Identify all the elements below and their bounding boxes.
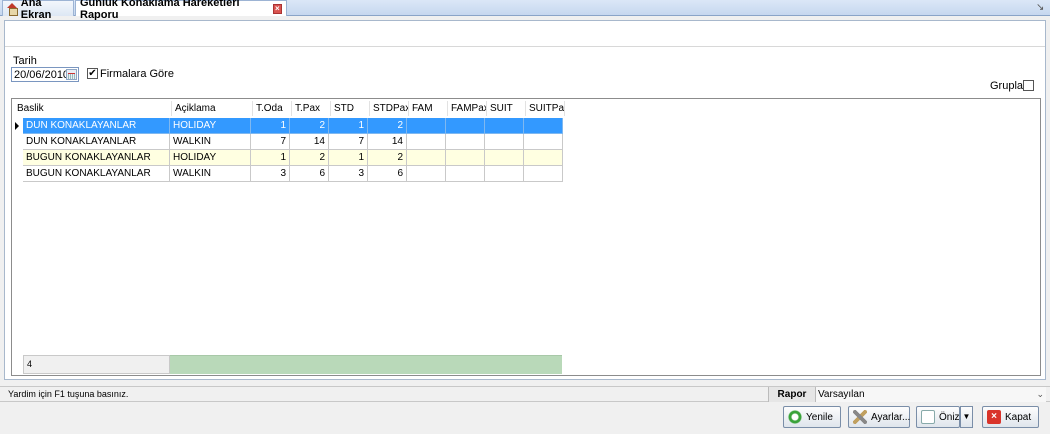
preview-dropdown-button[interactable]: ▼ [960, 406, 973, 428]
column-header-suitpax[interactable]: SUITPa: [526, 101, 565, 116]
cell: 2 [368, 118, 407, 134]
tab-home-label: Ana Ekran [20, 0, 52, 21]
cell [524, 118, 563, 134]
cell: 1 [251, 118, 290, 134]
report-label: Rapor [768, 387, 816, 402]
table-row[interactable]: DUN KONAKLAYANLAR HOLIDAY 1 2 1 2 [23, 118, 563, 134]
status-bar: Yardim için F1 tuşuna basınız. Rapor Var… [0, 386, 1050, 402]
refresh-icon [788, 410, 802, 424]
cell [446, 150, 485, 166]
table-row[interactable]: BUGUN KONAKLAYANLAR WALKIN 3 6 3 6 [23, 166, 563, 182]
cell: 2 [368, 150, 407, 166]
cell: DUN KONAKLAYANLAR [23, 134, 170, 150]
data-grid: Baslik Açiklama T.Oda T.Pax STD STDPax F… [11, 98, 1041, 376]
summary-bar [170, 355, 562, 374]
cell [485, 150, 524, 166]
close-button[interactable]: × Kapat [982, 406, 1039, 428]
current-row-indicator-icon [15, 122, 19, 130]
column-header-stdpax[interactable]: STDPax [370, 101, 409, 116]
cell [446, 134, 485, 150]
cell: 1 [251, 150, 290, 166]
cell: BUGUN KONAKLAYANLAR [23, 150, 170, 166]
cell: 14 [368, 134, 407, 150]
cell [524, 166, 563, 182]
cell: 6 [290, 166, 329, 182]
close-tab-icon[interactable]: × [272, 3, 282, 14]
cell [407, 150, 446, 166]
cell [446, 166, 485, 182]
group-checkbox[interactable] [1023, 80, 1034, 91]
report-select[interactable]: Varsayılan ⌄ [816, 387, 1046, 402]
cell [407, 118, 446, 134]
cell: 2 [290, 118, 329, 134]
tab-bar: Ana Ekran Günlük Konaklama Hareketleri R… [0, 0, 1050, 21]
button-bar: Yenile Ayarlar... Önizle ▼ × Kapat [0, 403, 1050, 434]
cell [524, 134, 563, 150]
report-panel: Tarih 20/06/2010 ✔ Firmalara Göre Grupla… [4, 20, 1046, 380]
date-field[interactable]: 20/06/2010 [11, 67, 79, 82]
cell: HOLIDAY [170, 118, 251, 134]
cell: 7 [329, 134, 368, 150]
cell [485, 118, 524, 134]
cell: 1 [329, 118, 368, 134]
row-count: 4 [23, 355, 170, 374]
refresh-button[interactable]: Yenile [783, 406, 841, 428]
cell [485, 166, 524, 182]
cell: 1 [329, 150, 368, 166]
cell: 7 [251, 134, 290, 150]
help-text: Yardim için F1 tuşuna basınız. [8, 389, 129, 399]
date-value: 20/06/2010 [14, 68, 70, 81]
refresh-button-label: Yenile [806, 411, 833, 423]
close-button-label: Kapat [1005, 411, 1032, 423]
cell: 3 [251, 166, 290, 182]
column-header-toda[interactable]: T.Oda [253, 101, 292, 116]
cell: HOLIDAY [170, 150, 251, 166]
grid-header: Baslik Açiklama T.Oda T.Pax STD STDPax F… [14, 101, 565, 116]
firm-checkbox-label: Firmalara Göre [100, 68, 174, 80]
date-label: Tarih [13, 55, 37, 67]
table-row[interactable]: BUGUN KONAKLAYANLAR HOLIDAY 1 2 1 2 [23, 150, 563, 166]
column-header-suit[interactable]: SUIT [487, 101, 526, 116]
column-header-std[interactable]: STD [331, 101, 370, 116]
firm-checkbox[interactable]: ✔ [87, 68, 98, 79]
home-icon [7, 3, 18, 16]
toolbar-strip [5, 21, 1045, 47]
close-icon: × [987, 410, 1001, 424]
column-header-baslik[interactable]: Baslik [14, 101, 172, 116]
cell: 14 [290, 134, 329, 150]
cell: 3 [329, 166, 368, 182]
tab-report[interactable]: Günlük Konaklama Hareketleri Raporu × [75, 0, 287, 21]
column-header-fampax[interactable]: FAMPax [448, 101, 487, 116]
cell [407, 134, 446, 150]
column-header-fam[interactable]: FAM [409, 101, 448, 116]
cell: 6 [368, 166, 407, 182]
tools-icon [853, 410, 867, 424]
settings-button-label: Ayarlar... [871, 411, 911, 423]
cell: DUN KONAKLAYANLAR [23, 118, 170, 134]
cell [485, 134, 524, 150]
report-select-value: Varsayılan [818, 389, 865, 400]
table-row[interactable]: DUN KONAKLAYANLAR WALKIN 7 14 7 14 [23, 134, 563, 150]
cell [407, 166, 446, 182]
column-header-tpax[interactable]: T.Pax [292, 101, 331, 116]
cell: 2 [290, 150, 329, 166]
settings-button[interactable]: Ayarlar... [848, 406, 910, 428]
pin-icon[interactable]: ↘ [1036, 2, 1046, 13]
group-checkbox-label: Grupla [990, 80, 1024, 92]
cell [446, 118, 485, 134]
calendar-icon[interactable] [66, 69, 77, 80]
column-header-aciklama[interactable]: Açiklama [172, 101, 253, 116]
cell: BUGUN KONAKLAYANLAR [23, 166, 170, 182]
grid-footer: 4 [23, 355, 562, 374]
chevron-down-icon: ⌄ [1036, 389, 1044, 399]
preview-button[interactable]: Önizle [916, 406, 967, 428]
tab-home[interactable]: Ana Ekran [2, 0, 74, 21]
cell: WALKIN [170, 134, 251, 150]
preview-icon [921, 410, 935, 424]
cell: WALKIN [170, 166, 251, 182]
tab-report-label: Günlük Konaklama Hareketleri Raporu [80, 0, 240, 21]
cell [524, 150, 563, 166]
